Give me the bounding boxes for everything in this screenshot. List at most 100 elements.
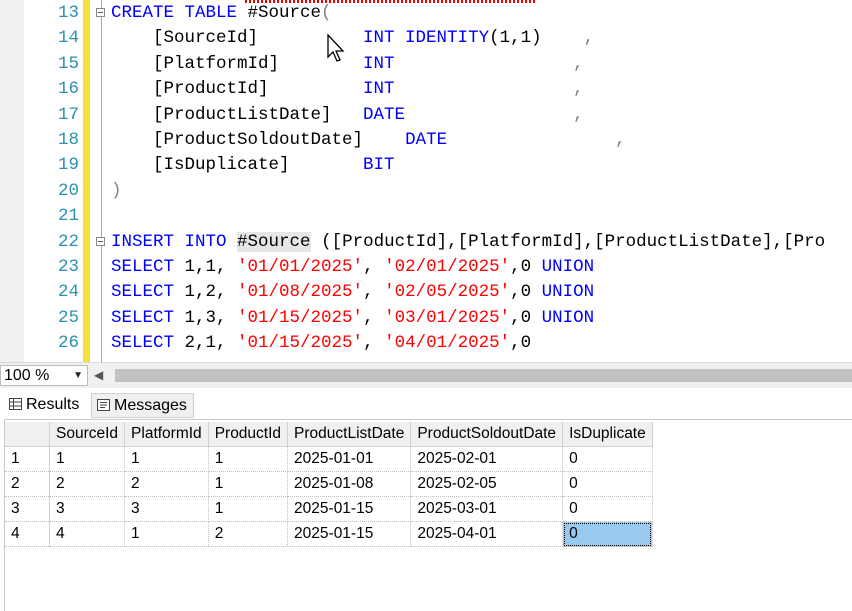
header-row: SourceId PlatformId ProductId ProductListDa… [5,422,653,447]
code-token: , [447,130,626,150]
code-token: , [541,28,595,49]
grid-cell[interactable]: 0 [562,446,653,472]
grid-cell[interactable]: 1 [208,471,289,497]
code-token: [ProductListDate] [111,104,364,125]
column-header[interactable]: ProductListDate [287,422,412,447]
results-grid[interactable]: SourceId PlatformId ProductId ProductListDa… [4,419,852,611]
grid-cell[interactable]: 1 [124,521,209,547]
grid-cell[interactable]: 2 [124,471,209,497]
table-row[interactable]: 2 2 2 1 2025-01-08 2025-02-05 0 [5,471,653,497]
scroll-left-icon[interactable]: ◀ [94,368,103,382]
tab-messages[interactable]: Messages [91,393,194,418]
column-header[interactable]: ProductSoldoutDate [410,422,564,447]
tab-results[interactable]: Results [4,393,88,418]
code-token: SELECT [111,333,175,354]
code-text: [SourceId] INT IDENTITY(1,1) , [111,26,594,51]
code-token: ,0 [510,307,542,328]
line-number: 26 [57,333,79,354]
grid-cell[interactable]: 2025-01-08 [287,471,412,497]
column-header[interactable]: IsDuplicate [562,422,653,447]
grid-cell[interactable]: 2025-01-15 [287,521,412,547]
code-token: , [363,333,385,354]
code-line[interactable]: 21 [0,204,852,229]
grid-cell[interactable]: 3 [124,496,209,522]
code-text: ) [111,179,122,204]
grid-cell[interactable]: 1 [49,446,126,472]
collapse-icon[interactable] [96,236,105,246]
grid-cell[interactable]: 2 [49,471,126,497]
code-token: '03/01/2025' [384,307,511,328]
code-line[interactable]: 13 CREATE TABLE #Source( [0,1,852,26]
code-text: INSERT INTO #Source ([ProductId],[Platfo… [111,230,825,255]
table-row[interactable]: 1 1 1 1 2025-01-01 2025-02-01 0 [5,446,653,472]
results-tabs: Results Messages [0,391,852,419]
code-token: CREATE TABLE [111,3,238,23]
grid-cell[interactable]: 4 [49,521,126,547]
code-token: INSERT INTO [111,231,227,252]
line-number: 24 [57,282,79,303]
row-number[interactable]: 4 [5,521,50,547]
grid-cell[interactable]: 2025-03-01 [410,496,564,522]
code-line[interactable]: 18 [ProductSoldoutDate] DATE , [0,128,852,153]
horizontal-scrollbar[interactable] [115,369,852,382]
code-token: ( [321,3,332,23]
grid-cell[interactable]: 3 [49,496,126,522]
code-token: 1,1, [174,257,238,277]
grid-cell[interactable]: 1 [208,446,289,472]
code-token: INT [363,53,395,74]
code-token: ([ProductId],[PlatformId],[ProductListDa… [310,231,826,252]
column-header[interactable]: ProductId [208,422,289,447]
grid-cell[interactable]: 0 [562,496,653,522]
code-token: [ProductSoldoutDate] [111,130,406,150]
code-token: #Source [237,231,311,252]
corner-cell[interactable] [5,422,50,447]
code-line[interactable]: 15 [PlatformId] INT , [0,52,852,77]
line-number: 13 [57,3,79,23]
code-token: #Source [237,3,322,23]
results-table: SourceId PlatformId ProductId ProductListDa… [5,422,653,547]
row-number[interactable]: 2 [5,471,50,497]
code-text: CREATE TABLE #Source( [111,1,332,26]
code-token: UNION [541,257,595,277]
query-editor[interactable]: 13 CREATE TABLE #Source(14 [SourceId] INT… [0,0,852,362]
code-line[interactable]: 24 SELECT 1,2, '01/08/2025', '02/05/2025'… [0,280,852,305]
code-line[interactable]: 25 SELECT 1,3, '01/15/2025', '03/01/2025'… [0,306,852,331]
editor-status-bar: 100 % ▼ ◀ [0,362,852,388]
tab-results-label: Results [26,396,80,413]
row-number[interactable]: 1 [5,446,50,472]
line-number: 22 [57,231,79,252]
grid-cell[interactable]: 2025-04-01 [410,521,564,547]
grid-cell[interactable]: 0 [562,521,653,547]
grid-cell[interactable]: 1 [208,496,289,522]
table-row[interactable]: 4 4 1 2 2025-01-15 2025-04-01 0 [5,521,653,547]
code-line[interactable]: 16 [ProductId] INT , [0,77,852,102]
column-header[interactable]: PlatformId [124,422,209,447]
grid-cell[interactable]: 2025-01-15 [287,496,412,522]
code-text: [ProductListDate] DATE , [111,103,584,128]
collapse-icon[interactable] [96,8,105,17]
code-line[interactable]: 23 SELECT 1,1, '01/01/2025', '02/01/2025'… [0,255,852,280]
chevron-down-icon[interactable]: ▼ [73,366,83,385]
zoom-dropdown[interactable]: 100 % ▼ [0,365,88,386]
column-header[interactable]: SourceId [49,422,126,447]
grid-cell[interactable]: 0 [562,471,653,497]
row-number[interactable]: 3 [5,496,50,522]
code-line[interactable]: 17 [ProductListDate] DATE , [0,103,852,128]
code-token: DATE [405,130,448,150]
code-line[interactable]: 26 SELECT 2,1, '01/15/2025', '04/01/2025'… [0,331,852,356]
code-line[interactable]: 19 [IsDuplicate] BIT [0,153,852,178]
code-line[interactable]: 14 [SourceId] INT IDENTITY(1,1) , [0,26,852,51]
grid-cell[interactable]: 2 [208,521,289,547]
code-token: ,0 [510,333,532,354]
code-line[interactable]: 22 INSERT INTO #Source ([ProductId],[Plat… [0,230,852,255]
grid-cell[interactable]: 2025-01-01 [287,446,412,472]
grid-cell[interactable]: 2025-02-01 [410,446,564,472]
table-row[interactable]: 3 3 3 1 2025-01-15 2025-03-01 0 [5,496,653,522]
code-text: [IsDuplicate] BIT [111,153,395,178]
line-number: 20 [57,180,79,201]
code-token: , [394,79,584,100]
code-line[interactable]: 20) [0,179,852,204]
grid-cell[interactable]: 1 [124,446,209,472]
code-token: 1,2, [174,282,238,303]
grid-cell[interactable]: 2025-02-05 [410,471,564,497]
